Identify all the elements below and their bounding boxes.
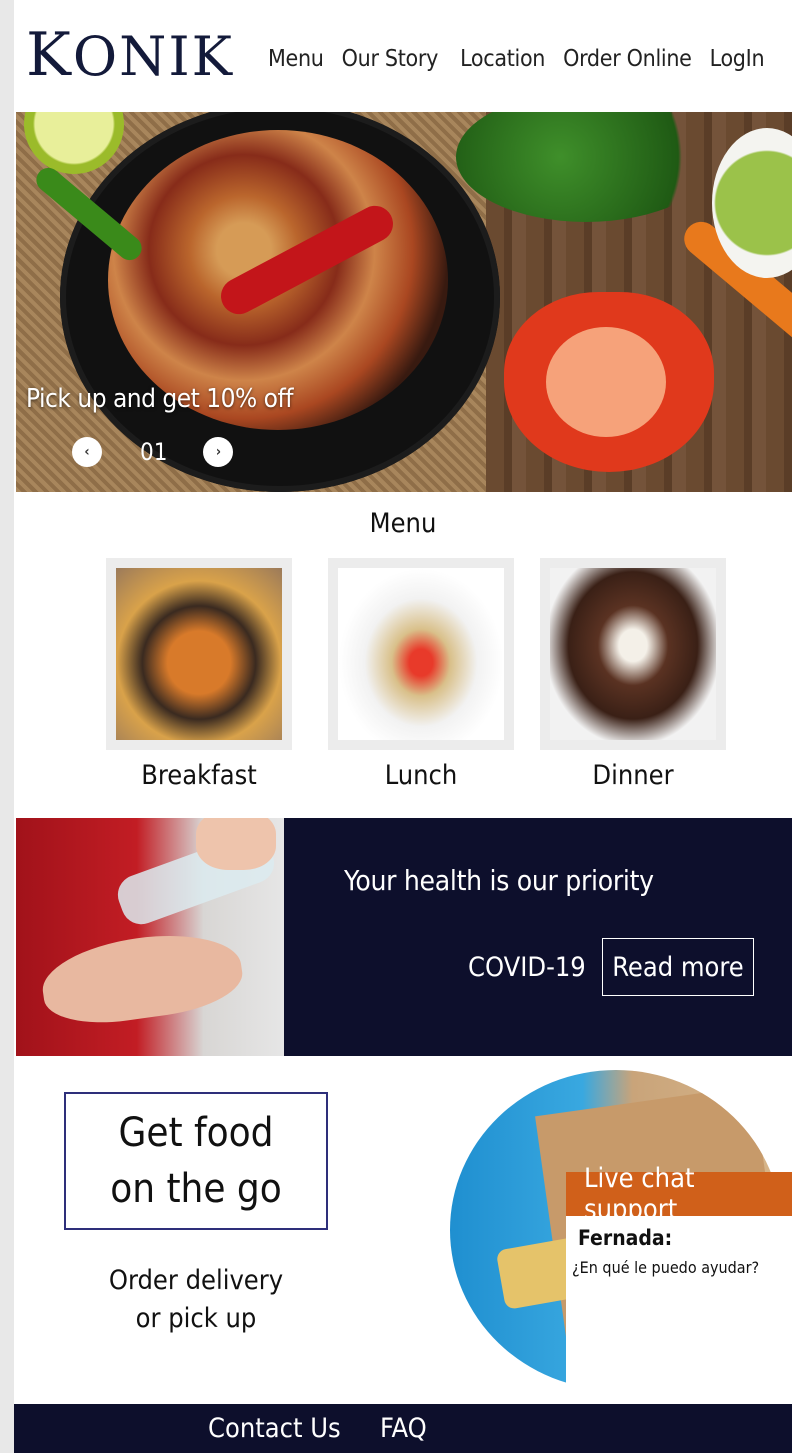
menu-label-breakfast[interactable]: Breakfast (106, 760, 292, 791)
get-food-line-2: on the go (110, 1166, 282, 1212)
nav-menu[interactable]: Menu (268, 46, 324, 72)
menu-card-lunch[interactable] (328, 558, 514, 750)
slider-controls: ‹ 01 › (72, 437, 234, 467)
sanitizer-image (16, 818, 284, 1056)
slide-number: 01 (140, 438, 168, 466)
nav-order-online[interactable]: Order Online (563, 46, 692, 72)
menu-section-title: Menu (369, 508, 437, 539)
nav-login[interactable]: LogIn (710, 46, 765, 72)
hero-banner: Pick up and get 10% off ‹ 01 › (16, 112, 792, 492)
menu-label-lunch[interactable]: Lunch (328, 760, 514, 791)
chevron-left-icon: ‹ (84, 444, 90, 460)
page: KONIK Menu Our Story Location Order Onli… (14, 0, 792, 1453)
site-header: KONIK Menu Our Story Location Order Onli… (14, 0, 792, 112)
nav-our-story[interactable]: Our Story (342, 46, 439, 72)
menu-card-breakfast[interactable] (106, 558, 292, 750)
read-more-button[interactable]: Read more (602, 938, 754, 996)
footer-faq[interactable]: FAQ (380, 1413, 427, 1444)
logo[interactable]: KONIK (26, 20, 234, 90)
live-chat-header[interactable]: Live chat support (566, 1163, 792, 1225)
chevron-right-icon: › (215, 444, 222, 460)
chat-agent-name: Fernada: (578, 1226, 673, 1250)
get-food-box[interactable]: Get food on the go (64, 1092, 328, 1230)
live-chat-widget[interactable]: Live chat support Fernada: ¿En qué le pu… (566, 1163, 792, 1404)
breakfast-image (116, 568, 282, 740)
chat-message: ¿En qué le puedo ayudar? (572, 1258, 760, 1277)
bell-pepper-inside (546, 327, 666, 437)
lunch-image (338, 568, 504, 740)
hero-caption: Pick up and get 10% off (26, 384, 293, 414)
order-delivery-text: Order delivery or pick up (108, 1265, 284, 1334)
dinner-image (550, 568, 716, 740)
footer-contact-us[interactable]: Contact Us (208, 1413, 341, 1444)
slider-prev-button[interactable]: ‹ (72, 437, 102, 467)
get-food-line-1: Get food (118, 1110, 274, 1156)
covid-banner: Your health is our priority COVID-19 Rea… (16, 818, 792, 1056)
covid-title: Your health is our priority (344, 864, 654, 897)
nav-location[interactable]: Location (460, 46, 545, 72)
main-nav: Menu Our Story Location Order Online Log… (268, 46, 782, 72)
menu-card-dinner[interactable] (540, 558, 726, 750)
menu-label-dinner[interactable]: Dinner (540, 760, 726, 791)
site-footer: Contact Us FAQ (14, 1404, 792, 1453)
slider-next-button[interactable]: › (203, 437, 234, 467)
covid-tag: COVID-19 (468, 952, 586, 983)
